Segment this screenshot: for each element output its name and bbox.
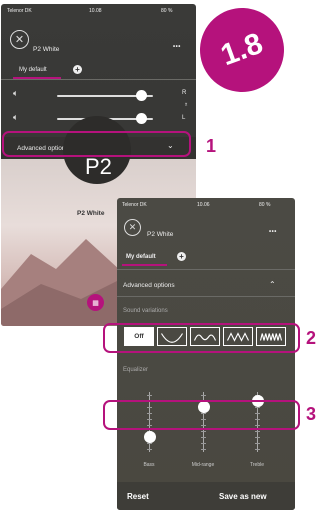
left-ear-label: L bbox=[182, 115, 186, 121]
eq-tick bbox=[255, 431, 260, 432]
grid-icon: ▦ bbox=[92, 299, 99, 307]
grid-menu-button[interactable]: ▦ bbox=[87, 294, 104, 311]
tab-my-default[interactable]: My default bbox=[19, 67, 47, 73]
save-as-new-button[interactable]: Save as new bbox=[219, 492, 267, 501]
status-bar: Telenor DK 10.06 80 % bbox=[117, 198, 295, 212]
callout-number-3: 3 bbox=[306, 404, 317, 424]
close-button[interactable]: ✕ bbox=[124, 219, 141, 236]
close-icon: ✕ bbox=[128, 222, 137, 232]
device-name: P2 White bbox=[33, 46, 60, 53]
chevron-up-icon: ⌃ bbox=[269, 280, 276, 289]
right-ear-label: R bbox=[182, 90, 187, 96]
more-menu-button[interactable]: ••• bbox=[269, 229, 277, 235]
close-icon: ✕ bbox=[14, 34, 25, 46]
phone-screen-2: Telenor DK 10.06 80 % ✕ P2 White ••• My … bbox=[117, 198, 295, 510]
speaker-icon: 🔈︎ bbox=[13, 88, 19, 98]
equalizer-label: Equalizer bbox=[123, 367, 149, 373]
divider bbox=[1, 79, 196, 80]
volume-slider-left-knob[interactable] bbox=[135, 113, 147, 124]
add-program-button[interactable]: + bbox=[177, 252, 186, 261]
eq-slider-2-label: Mid-range bbox=[191, 462, 215, 468]
carrier-text: Telenor DK bbox=[7, 8, 32, 14]
eq-tick bbox=[201, 449, 206, 450]
eq-tick bbox=[201, 431, 206, 432]
speaker-icon: 🔈︎ bbox=[13, 112, 19, 122]
advanced-options-row[interactable]: Advanced options ⌃ bbox=[117, 274, 295, 296]
eq-tick bbox=[255, 449, 260, 450]
eq-slider-1-label: Bass bbox=[143, 462, 155, 468]
eq-tick bbox=[147, 449, 152, 450]
callout-number-1: 1 bbox=[206, 136, 217, 156]
sound-variations-label: Sound variations bbox=[123, 308, 168, 314]
device-name: P2 White bbox=[147, 231, 174, 238]
plus-icon: + bbox=[75, 65, 80, 74]
divider bbox=[117, 269, 295, 270]
eq-tick bbox=[201, 437, 206, 438]
tab-underline bbox=[122, 264, 167, 266]
more-menu-button[interactable]: ••• bbox=[173, 44, 181, 50]
link-icon: ⌄ ⌃ bbox=[184, 100, 189, 110]
hero-text: P2 bbox=[85, 154, 112, 179]
eq-tick bbox=[201, 443, 206, 444]
divider bbox=[117, 296, 295, 297]
device-caption: P2 White bbox=[77, 210, 105, 217]
eq-tick bbox=[255, 443, 260, 444]
volume-slider-right-knob[interactable] bbox=[135, 90, 147, 101]
eq-tick bbox=[147, 395, 152, 396]
close-button[interactable]: ✕ bbox=[10, 30, 29, 49]
battery-text: 80 % bbox=[259, 202, 271, 208]
tab-my-default[interactable]: My default bbox=[126, 254, 156, 260]
callout-box-1 bbox=[2, 131, 191, 157]
time-text: 10.08 bbox=[89, 8, 102, 14]
advanced-options-label: Advanced options bbox=[123, 282, 175, 289]
plus-icon: + bbox=[179, 252, 184, 261]
status-bar: Telenor DK 10.08 80 % bbox=[1, 4, 196, 18]
add-program-button[interactable]: + bbox=[73, 65, 82, 74]
eq-tick bbox=[147, 443, 152, 444]
time-text: 10.06 bbox=[197, 202, 210, 208]
callout-number-2: 2 bbox=[306, 328, 317, 348]
callout-box-2 bbox=[103, 323, 300, 353]
bottom-action-bar: Reset Save as new bbox=[117, 482, 295, 510]
eq-tick bbox=[201, 395, 206, 396]
step-badge: 1.8 bbox=[188, 0, 296, 104]
eq-tick bbox=[255, 437, 260, 438]
reset-button[interactable]: Reset bbox=[127, 492, 149, 501]
eq-slider-1-knob[interactable] bbox=[143, 431, 156, 443]
callout-box-3 bbox=[103, 400, 300, 430]
eq-slider-3-label: Treble bbox=[250, 462, 264, 468]
battery-text: 80 % bbox=[161, 8, 173, 14]
carrier-text: Telenor DK bbox=[122, 202, 147, 208]
